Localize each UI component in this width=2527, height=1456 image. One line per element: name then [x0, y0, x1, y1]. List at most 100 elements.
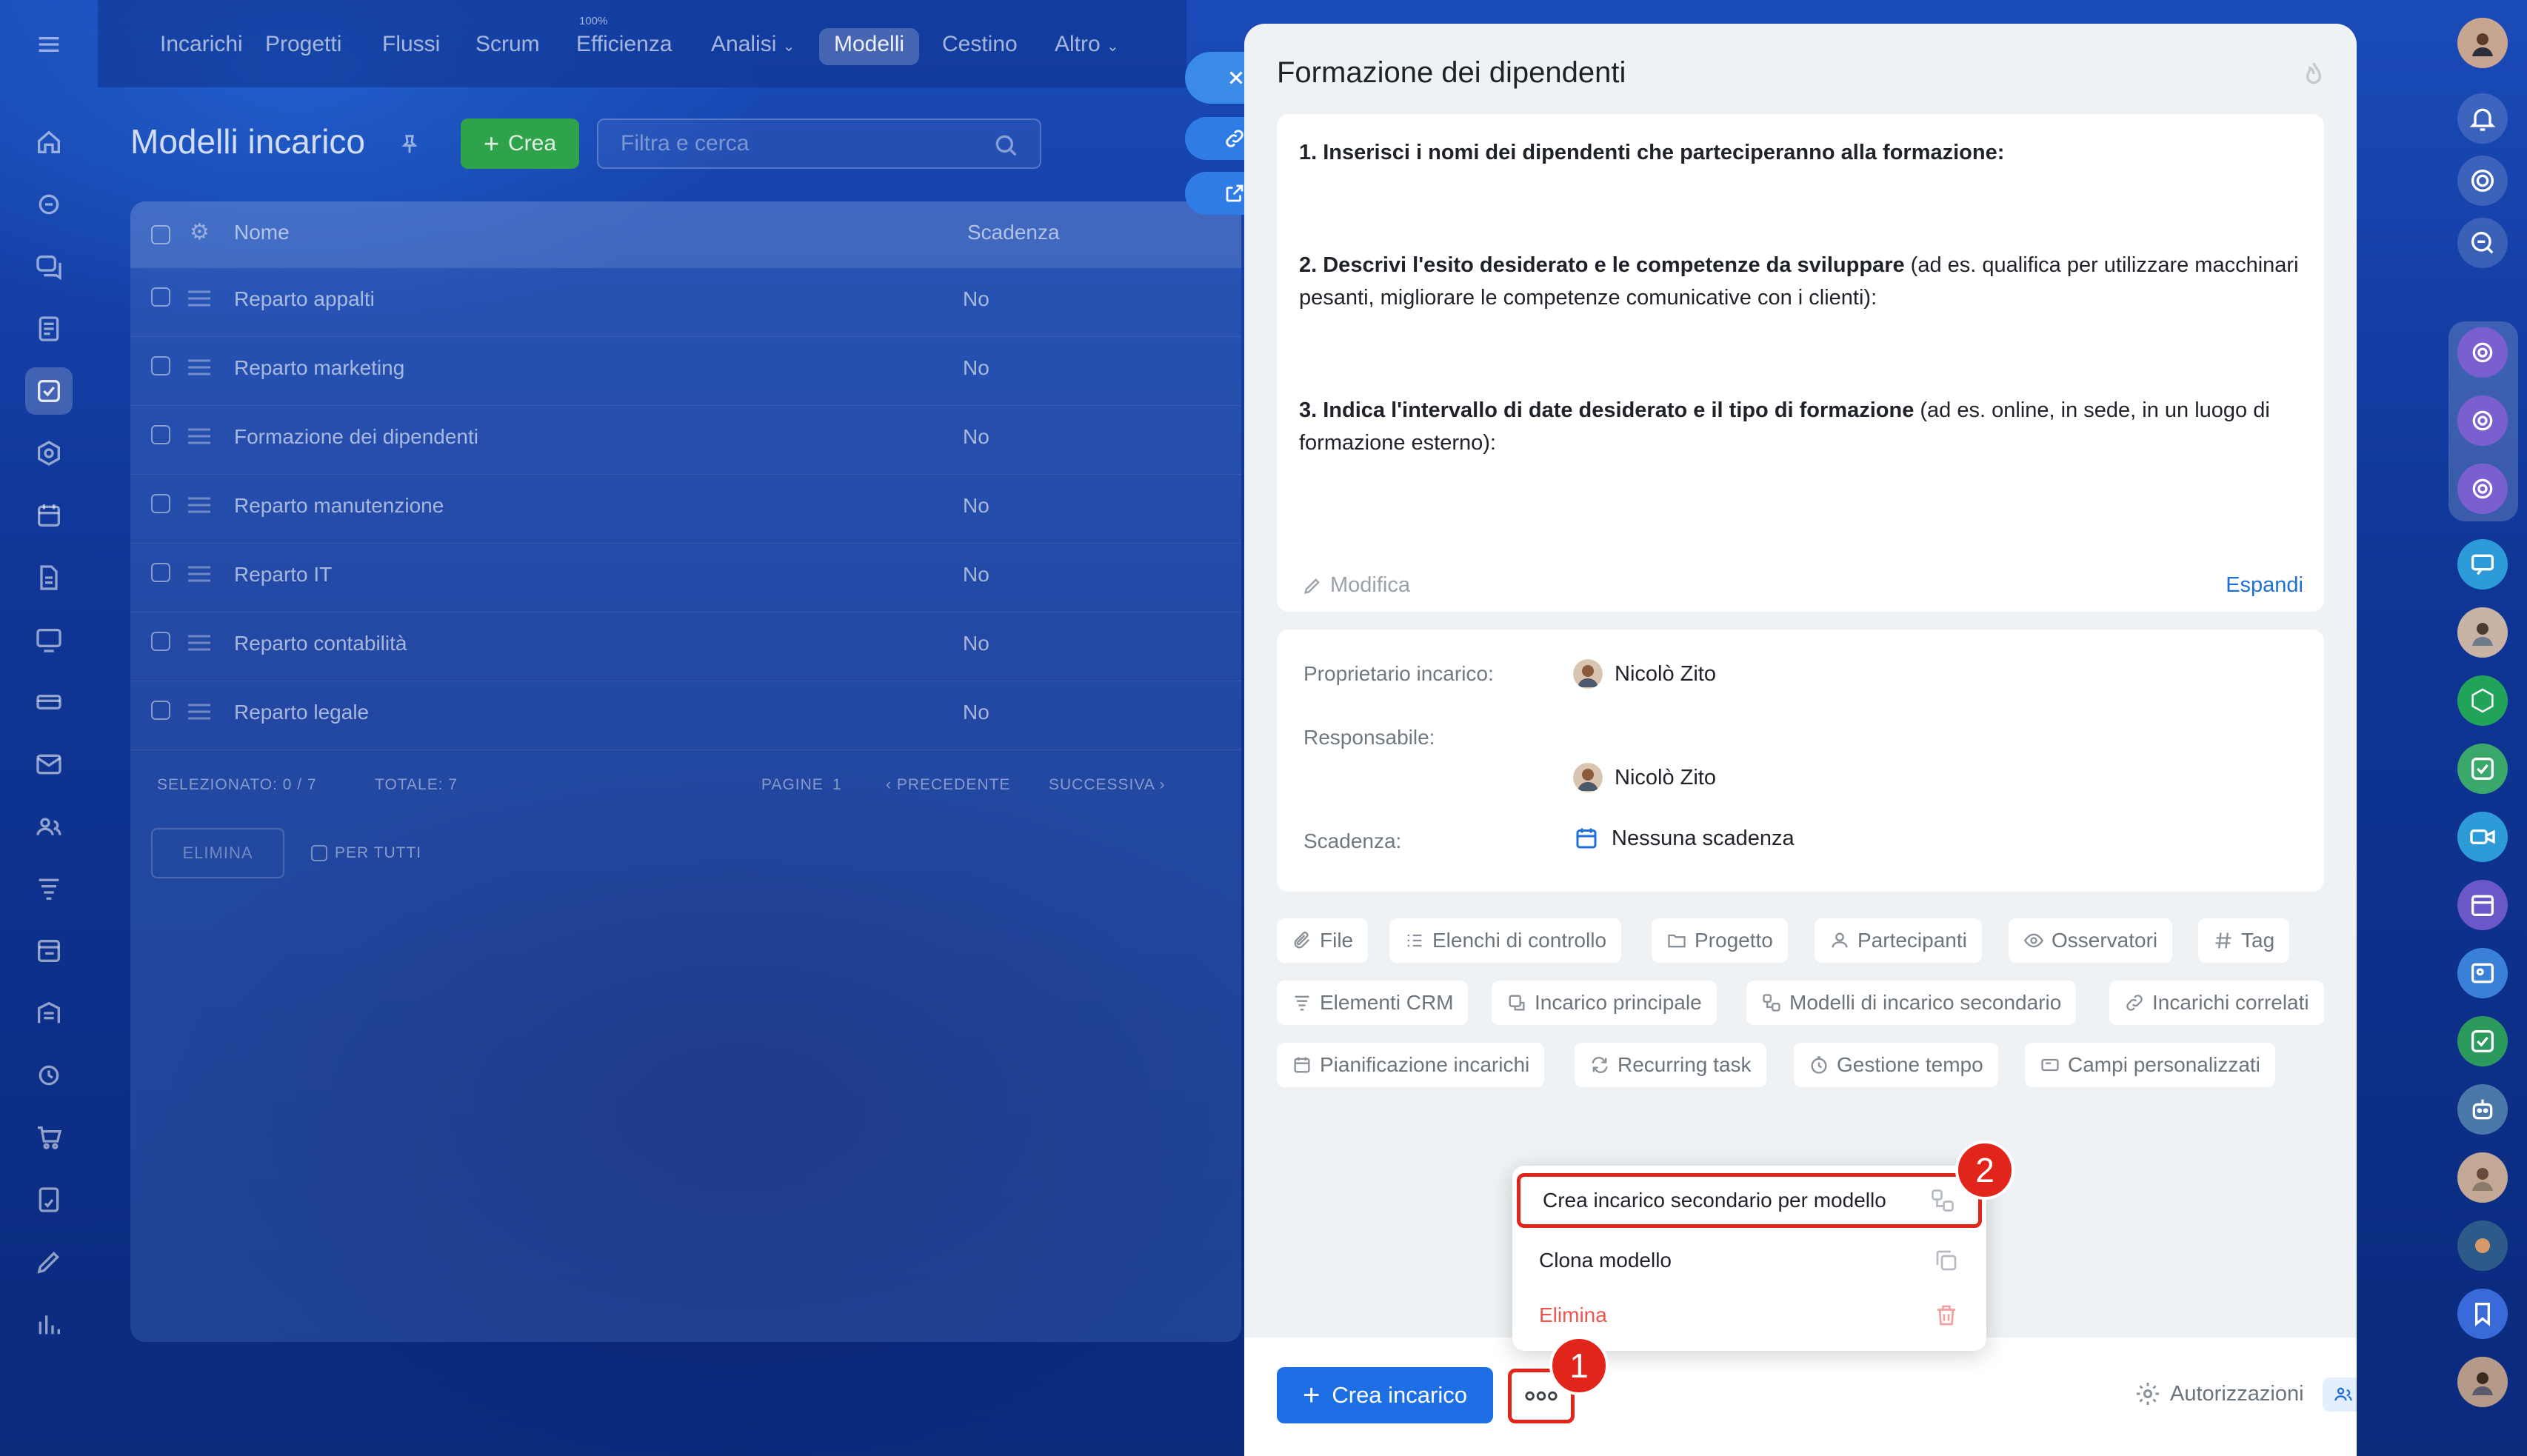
tab-scrum[interactable]: Scrum — [461, 28, 555, 65]
column-deadline[interactable]: Scadenza — [967, 221, 1060, 244]
table-row[interactable]: Reparto IT No — [130, 544, 1241, 612]
drive-icon[interactable] — [25, 554, 73, 601]
drag-handle-icon[interactable] — [188, 290, 210, 307]
sites-icon[interactable] — [25, 927, 73, 975]
responsible-value[interactable]: Nicolò Zito — [1573, 763, 1716, 792]
crm-icon[interactable] — [25, 430, 73, 477]
for-all-checkbox[interactable] — [311, 845, 327, 861]
permissions-button[interactable]: Autorizzazioni — [2134, 1380, 2304, 1407]
row-checkbox[interactable] — [151, 425, 170, 444]
deadline-value[interactable]: Nessuna scadenza — [1573, 825, 1795, 852]
approval-icon[interactable] — [2457, 1016, 2508, 1066]
chip-tag[interactable]: Tag — [2198, 918, 2290, 963]
menu-item-delete[interactable]: Elimina — [1512, 1289, 1986, 1343]
tab-flussi[interactable]: Flussi — [367, 28, 455, 65]
store-icon[interactable] — [25, 678, 73, 726]
flame-icon[interactable] — [2299, 59, 2329, 89]
row-checkbox[interactable] — [151, 356, 170, 375]
select-all-checkbox[interactable] — [151, 225, 170, 244]
home-icon[interactable] — [25, 118, 73, 166]
chip-checklists[interactable]: Elenchi di controllo — [1389, 918, 1622, 963]
chip-participants[interactable]: Partecipanti — [1815, 918, 1982, 963]
row-name[interactable]: Reparto appalti — [234, 287, 375, 311]
table-row[interactable]: Reparto manutenzione No — [130, 475, 1241, 544]
chip-related-tasks[interactable]: Incarichi correlati — [2109, 981, 2324, 1025]
bot-icon[interactable] — [2457, 1084, 2508, 1135]
filter-icon[interactable] — [25, 865, 73, 912]
tab-analisi[interactable]: Analisi ⌄ — [696, 28, 809, 65]
delete-selected-button[interactable]: ELIMINA — [151, 828, 284, 878]
pin-icon[interactable] — [397, 132, 422, 157]
sign-icon[interactable] — [25, 1176, 73, 1223]
row-checkbox[interactable] — [151, 494, 170, 513]
permissions-count-badge[interactable]: 3 — [2323, 1377, 2357, 1412]
row-checkbox[interactable] — [151, 563, 170, 582]
chip-custom-fields[interactable]: Campi personalizzati — [2025, 1043, 2275, 1087]
video-call-icon[interactable] — [2457, 812, 2508, 862]
open-new-window-button[interactable] — [1185, 172, 1252, 215]
tasks-icon[interactable] — [25, 367, 73, 415]
search-input[interactable] — [598, 120, 969, 167]
chat-icon[interactable] — [25, 243, 73, 290]
pen-icon[interactable] — [25, 1238, 73, 1286]
create-template-button[interactable]: + Crea — [461, 118, 579, 169]
page-number[interactable]: 1 — [832, 776, 842, 794]
tab-cestino[interactable]: Cestino — [927, 28, 1032, 65]
contact-avatar[interactable] — [2457, 1357, 2508, 1407]
drag-handle-icon[interactable] — [188, 704, 210, 720]
next-page-link[interactable]: SUCCESSIVA › — [1049, 776, 1165, 794]
copilot-chat-icon[interactable] — [2457, 327, 2508, 378]
drag-handle-icon[interactable] — [188, 635, 210, 651]
search-icon[interactable] — [991, 130, 1021, 160]
group-avatar[interactable] — [2457, 1220, 2508, 1271]
chip-crm[interactable]: Elementi CRM — [1277, 981, 1469, 1025]
table-row[interactable]: Reparto legale No — [130, 681, 1241, 750]
row-checkbox[interactable] — [151, 632, 170, 651]
automation-icon[interactable] — [25, 1052, 73, 1099]
menu-item-create-subtask[interactable]: Crea incarico secondario per modello — [1517, 1173, 1982, 1228]
chip-subtask-templates[interactable]: Modelli di incarico secondario — [1746, 981, 2077, 1025]
calendar-chat-icon[interactable] — [2457, 880, 2508, 930]
row-name[interactable]: Reparto legale — [234, 701, 369, 724]
modify-button[interactable]: Modifica — [1302, 573, 1410, 598]
tab-efficienza[interactable]: Efficienza — [561, 28, 687, 65]
bookmark-icon[interactable] — [2457, 1289, 2508, 1339]
prev-page-link[interactable]: ‹ PRECEDENTE — [886, 776, 1010, 794]
mail-icon[interactable] — [25, 741, 73, 788]
menu-icon[interactable] — [25, 21, 73, 68]
search-chat-icon[interactable] — [2457, 218, 2508, 268]
bell-icon[interactable] — [2457, 93, 2508, 144]
drag-handle-icon[interactable] — [188, 428, 210, 444]
contacts-icon[interactable] — [25, 803, 73, 850]
tab-modelli[interactable]: Modelli — [819, 28, 920, 65]
feed-icon[interactable] — [25, 181, 73, 228]
row-checkbox[interactable] — [151, 701, 170, 720]
company-icon[interactable] — [25, 989, 73, 1037]
chip-task-planning[interactable]: Pianificazione incarichi — [1277, 1043, 1545, 1087]
sd-avatar[interactable] — [2457, 675, 2508, 726]
tab-altro[interactable]: Altro ⌄ — [1040, 28, 1134, 65]
drag-handle-icon[interactable] — [188, 359, 210, 375]
calendar-icon[interactable] — [25, 492, 73, 539]
table-row[interactable]: Reparto contabilità No — [130, 612, 1241, 681]
docs-icon[interactable] — [25, 305, 73, 353]
copilot-chat-icon[interactable] — [2457, 395, 2508, 446]
chip-parent-task[interactable]: Incarico principale — [1492, 981, 1717, 1025]
row-name[interactable]: Reparto IT — [234, 563, 332, 587]
user-avatar[interactable] — [2457, 18, 2508, 68]
drag-handle-icon[interactable] — [188, 497, 210, 513]
chip-file[interactable]: File — [1277, 918, 1369, 963]
column-name[interactable]: Nome — [234, 221, 290, 244]
chip-observers[interactable]: Osservatori — [2009, 918, 2173, 963]
create-task-button[interactable]: + Crea incarico — [1277, 1367, 1493, 1423]
tasks-chat-icon[interactable] — [2457, 744, 2508, 794]
profile-chat-icon[interactable] — [2457, 948, 2508, 998]
row-name[interactable]: Reparto contabilità — [234, 632, 407, 655]
contact-avatar[interactable] — [2457, 607, 2508, 658]
row-name[interactable]: Reparto manutenzione — [234, 494, 444, 518]
copy-link-button[interactable] — [1185, 117, 1252, 160]
row-name[interactable]: Formazione dei dipendenti — [234, 425, 478, 449]
menu-item-clone-template[interactable]: Clona modello — [1512, 1234, 1986, 1289]
contact-avatar[interactable] — [2457, 1152, 2508, 1203]
owner-value[interactable]: Nicolò Zito — [1573, 659, 1716, 689]
